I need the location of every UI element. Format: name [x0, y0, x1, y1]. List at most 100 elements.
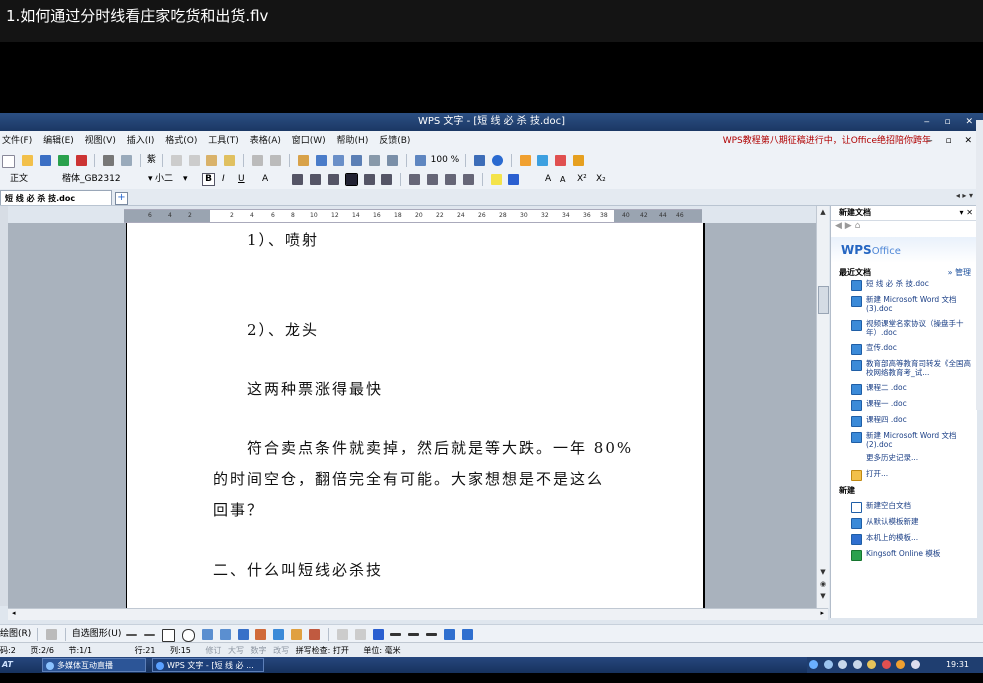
document-page[interactable]: 1）、喷射 2）、龙头 这两种票涨得最快 符合卖点条件就卖掉，然后就是等大跌。一…: [126, 223, 705, 608]
vertical-scrollbar[interactable]: ▲ ▼ ◉ ▼: [816, 206, 829, 608]
align-justify-icon[interactable]: [344, 173, 358, 186]
help-icon[interactable]: [491, 155, 503, 166]
manage-link[interactable]: » 管理: [948, 267, 971, 279]
chart-icon[interactable]: [309, 629, 321, 640]
columns-icon[interactable]: [351, 155, 363, 166]
network-icon[interactable]: [809, 660, 818, 669]
font-select[interactable]: 楷体_GB2312: [62, 170, 121, 189]
subscript-button[interactable]: X₂: [596, 170, 606, 189]
ime-icon[interactable]: [838, 660, 848, 669]
align-left-icon[interactable]: [292, 174, 303, 185]
line-color-icon[interactable]: [354, 629, 366, 640]
more-history-link[interactable]: 更多历史记录...: [831, 453, 977, 463]
scroll-left-icon[interactable]: ◂: [12, 609, 16, 617]
line-style-icon[interactable]: [390, 633, 402, 636]
bullets-icon[interactable]: [427, 174, 438, 185]
select-icon[interactable]: [46, 629, 58, 640]
distribute-icon[interactable]: [363, 174, 375, 185]
menu-format[interactable]: 格式(O): [165, 136, 197, 146]
format-painter-icon[interactable]: [224, 155, 236, 166]
insert-table-icon[interactable]: [297, 155, 309, 166]
arrow-style-icon[interactable]: [426, 633, 438, 636]
line-spacing-icon[interactable]: [381, 174, 393, 185]
menu-feedback[interactable]: 反馈(B): [379, 136, 410, 146]
font-size-select[interactable]: 小二: [155, 170, 173, 189]
close-icon[interactable]: ▾ ✕: [959, 206, 973, 220]
underline-button[interactable]: U: [238, 170, 245, 189]
status-unit[interactable]: 单位: 毫米: [363, 646, 400, 655]
cut-icon[interactable]: [170, 155, 182, 166]
clipart-icon[interactable]: [273, 629, 285, 640]
undo-icon[interactable]: [252, 155, 264, 166]
document-controls[interactable]: ‒ ▫ ✕: [927, 131, 977, 151]
horizontal-scrollbar[interactable]: ◂ ▸: [8, 608, 828, 620]
tray-icon[interactable]: [910, 660, 920, 669]
kingsoft-online-templates[interactable]: Kingsoft Online 模板: [831, 549, 977, 561]
drawing-icon[interactable]: [369, 155, 381, 166]
picture-icon[interactable]: [291, 629, 303, 640]
share-icon[interactable]: [573, 155, 585, 166]
taskbar-item-wps[interactable]: WPS 文字 - [短 线 必 ...: [152, 658, 264, 672]
save-icon[interactable]: [39, 155, 51, 166]
recent-doc-item[interactable]: 教育部高等教育司转发《全国高校网络教育考_试...: [831, 359, 977, 377]
recent-doc-item[interactable]: 短 线 必 杀 技.doc: [831, 279, 977, 291]
bold-button[interactable]: B: [202, 173, 215, 186]
formula-icon[interactable]: [315, 155, 327, 166]
arrow-icon[interactable]: [144, 634, 156, 636]
increase-indent-icon[interactable]: [462, 174, 474, 185]
new-blank-doc[interactable]: 新建空白文档: [831, 501, 977, 513]
next-page-icon[interactable]: ▼: [817, 592, 829, 600]
volume-icon[interactable]: [867, 660, 877, 669]
numbering-icon[interactable]: [409, 174, 421, 185]
align-center-icon[interactable]: [309, 174, 321, 185]
vertical-textbox-icon[interactable]: [219, 629, 231, 640]
paste-icon[interactable]: [206, 155, 218, 166]
font-color-icon[interactable]: [508, 174, 520, 185]
status-num[interactable]: 数字: [251, 646, 267, 655]
scroll-thumb[interactable]: [818, 286, 829, 314]
status-caps[interactable]: 大写: [228, 646, 244, 655]
drawing-font-color-icon[interactable]: [372, 629, 384, 640]
horizontal-ruler[interactable]: 6 4 2 2 4 6 8 10 12 14 16 18 20 22 24 26…: [124, 209, 702, 223]
promo-notice[interactable]: WPS教程第八期征稿进行中，让Office绝招陪你跨年: [723, 131, 931, 151]
shadow-icon[interactable]: [444, 629, 456, 640]
panel-icon[interactable]: [519, 155, 531, 166]
find-icon[interactable]: [473, 155, 485, 166]
document-area[interactable]: 1）、喷射 2）、龙头 这两种票涨得最快 符合卖点条件就卖掉，然后就是等大跌。一…: [8, 223, 816, 608]
menu-file[interactable]: 文件(F): [2, 136, 32, 146]
dash-style-icon[interactable]: [408, 633, 420, 636]
scroll-down-icon[interactable]: ▼: [817, 568, 829, 576]
menu-help[interactable]: 帮助(H): [337, 136, 369, 146]
taskbar-item-live[interactable]: 多媒体互动直播: [42, 658, 146, 672]
new-from-default-template[interactable]: 从默认模板新建: [831, 517, 977, 529]
scroll-right-icon[interactable]: ▸: [820, 609, 824, 617]
browse-object-icon[interactable]: ◉: [817, 580, 829, 588]
export-icon[interactable]: [57, 155, 69, 166]
recent-doc-item[interactable]: 课程二 .doc: [831, 383, 977, 395]
chevron-down-icon[interactable]: ▾: [183, 170, 188, 189]
status-track-changes[interactable]: 修订: [205, 646, 221, 655]
style-selector[interactable]: 紫: [147, 155, 156, 165]
menu-insert[interactable]: 插入(I): [127, 136, 155, 146]
recent-doc-item[interactable]: 课程一 .doc: [831, 399, 977, 411]
recent-doc-item[interactable]: 宣传.doc: [831, 343, 977, 355]
sync-icon[interactable]: [823, 660, 833, 669]
open-icon[interactable]: [21, 155, 33, 166]
status-overwrite[interactable]: 改写: [273, 646, 289, 655]
redo-icon[interactable]: [269, 155, 281, 166]
new-icon[interactable]: [2, 155, 15, 168]
fill-color-icon[interactable]: [336, 629, 348, 640]
draw-menu[interactable]: 绘图(R): [0, 629, 31, 639]
menu-window[interactable]: 窗口(W): [292, 136, 326, 146]
chevron-down-icon[interactable]: ▾: [148, 170, 153, 189]
pdf-icon[interactable]: [75, 155, 87, 166]
power-icon[interactable]: [852, 660, 862, 669]
italic-button[interactable]: I: [222, 170, 225, 189]
open-file-item[interactable]: 打开...: [831, 469, 977, 481]
recent-doc-item[interactable]: 视频课堂名家协议（操盘手十年）.doc: [831, 319, 977, 337]
rectangle-icon[interactable]: [162, 629, 176, 642]
grow-font-button[interactable]: A: [545, 170, 551, 189]
tab-document[interactable]: 短 线 必 杀 技.doc: [0, 190, 112, 205]
3d-icon[interactable]: [461, 629, 473, 640]
tab-scroll-arrows[interactable]: ◂ ▸ ▾: [956, 191, 973, 200]
